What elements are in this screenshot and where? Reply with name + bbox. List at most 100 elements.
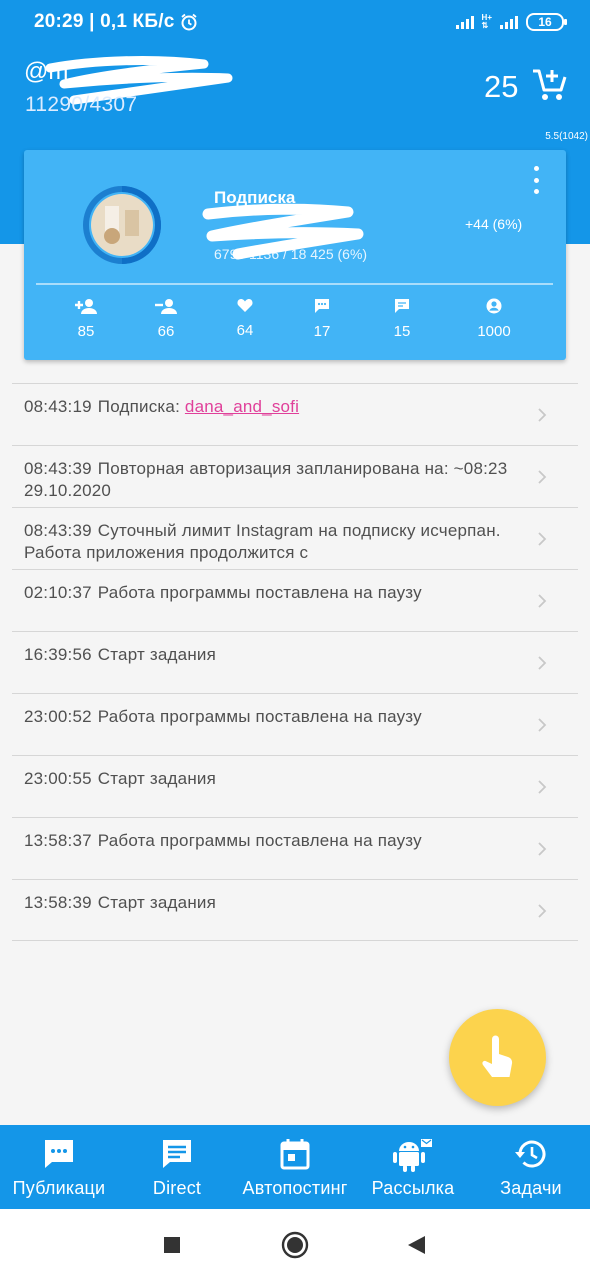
signal-icon-2 bbox=[500, 15, 518, 29]
log-time: 02:10:37 bbox=[24, 583, 92, 602]
log-time: 23:00:52 bbox=[24, 707, 92, 726]
chevron-right-icon bbox=[538, 532, 547, 546]
status-bar: 20:29 | 0,1 КБ/с H+ ⇅ 16 bbox=[0, 0, 590, 44]
nav-label: Автопостинг bbox=[242, 1178, 348, 1198]
nav-autoposting[interactable]: Автопостинг bbox=[236, 1125, 354, 1209]
log-time: 08:43:19 bbox=[24, 397, 92, 416]
log-message: Работа программы поставлена на паузу bbox=[97, 583, 422, 602]
nav-label: Direct bbox=[152, 1178, 202, 1198]
log-entry: 13:58:37 Работа программы поставлена на п… bbox=[24, 830, 524, 852]
back-icon[interactable] bbox=[406, 1235, 426, 1255]
task-delta: +44 (6%) bbox=[465, 216, 523, 232]
nav-label: Публикаци bbox=[12, 1178, 106, 1198]
status-time-text: 20:29 | 0,1 КБ/с bbox=[34, 11, 175, 32]
task-stats-card[interactable]: Подписка 679 / 1136 / 18 425 (6%) +44 (6… bbox=[24, 150, 566, 360]
log-entry: 23:00:55 Старт задания bbox=[24, 768, 524, 790]
log-row[interactable]: 16:39:56 Старт задания bbox=[12, 631, 578, 693]
chevron-right-icon bbox=[538, 656, 547, 670]
chevron-right-icon bbox=[538, 470, 547, 484]
stat-value: 66 bbox=[157, 323, 175, 340]
nav-label: Рассылка bbox=[371, 1178, 455, 1198]
log-row[interactable]: 13:58:37 Работа программы поставлена на п… bbox=[12, 817, 578, 879]
log-entry: 02:10:37 Работа программы поставлена на п… bbox=[24, 582, 524, 604]
chevron-right-icon bbox=[538, 594, 547, 608]
log-message: Повторная авторизация запланирована на: … bbox=[24, 459, 508, 500]
chevron-right-icon bbox=[538, 904, 547, 918]
cart-count: 25 bbox=[484, 69, 519, 104]
chevron-right-icon bbox=[538, 718, 547, 732]
log-entry: 08:43:39 Повторная авторизация запланиров… bbox=[24, 458, 524, 502]
android-icon bbox=[393, 1139, 432, 1172]
log-time: 16:39:56 bbox=[24, 645, 92, 664]
app-version: 5.5(1042) bbox=[545, 131, 588, 142]
log-row[interactable]: 23:00:52 Работа программы поставлена на п… bbox=[12, 693, 578, 755]
nav-publications[interactable]: Публикаци bbox=[0, 1125, 118, 1209]
chevron-right-icon bbox=[538, 842, 547, 856]
heart-icon bbox=[237, 299, 253, 312]
stat-comments: 17 bbox=[292, 298, 352, 340]
direct-message-icon bbox=[395, 299, 409, 313]
log-message: Старт задания bbox=[97, 769, 217, 788]
log-message: Работа программы поставлена на паузу bbox=[97, 831, 422, 850]
chevron-right-icon bbox=[538, 780, 547, 794]
status-icons: H+ ⇅ 16 bbox=[455, 13, 567, 31]
log-row[interactable]: 23:00:55 Старт задания bbox=[12, 755, 578, 817]
touch-hand-icon bbox=[481, 1035, 512, 1077]
recents-icon[interactable] bbox=[163, 1236, 181, 1254]
nav-label: Задачи bbox=[500, 1178, 562, 1198]
log-entry: 13:58:39 Старт задания bbox=[24, 892, 524, 914]
person-remove-icon bbox=[155, 299, 177, 314]
comment-icon bbox=[315, 299, 329, 313]
log-time: 08:43:39 bbox=[24, 521, 92, 540]
stat-value: 64 bbox=[236, 322, 254, 339]
log-row[interactable]: 08:43:39 Суточный лимит Instagram на подп… bbox=[12, 507, 578, 569]
home-icon[interactable] bbox=[281, 1231, 309, 1259]
battery-level: 16 bbox=[538, 15, 552, 29]
status-time: 20:29 | 0,1 КБ/с bbox=[34, 11, 198, 33]
activity-log: 08:43:19 Подписка: dana_and_sofi 08:43:39… bbox=[12, 383, 578, 941]
stat-direct: 15 bbox=[372, 298, 432, 340]
log-row[interactable]: 08:43:19 Подписка: dana_and_sofi bbox=[12, 383, 578, 445]
start-task-button[interactable] bbox=[449, 1009, 546, 1106]
nav-mailing[interactable]: Рассылка bbox=[354, 1125, 472, 1209]
stat-follows: 85 bbox=[56, 298, 116, 340]
log-entry: 08:43:19 Подписка: dana_and_sofi bbox=[24, 396, 524, 418]
follow-counts: 11290/4307 bbox=[25, 93, 138, 116]
more-menu-icon[interactable] bbox=[528, 166, 544, 194]
redaction-scribble-card bbox=[202, 203, 364, 260]
log-row[interactable]: 08:43:39 Повторная авторизация запланиров… bbox=[12, 445, 578, 507]
stat-value: 15 bbox=[393, 323, 411, 340]
stat-unfollows: 66 bbox=[136, 298, 196, 340]
battery-icon: 16 bbox=[526, 13, 567, 31]
add-to-cart-icon[interactable] bbox=[532, 68, 568, 102]
log-entry: 16:39:56 Старт задания bbox=[24, 644, 524, 666]
message-icon bbox=[163, 1140, 191, 1168]
nav-tasks[interactable]: Задачи bbox=[472, 1125, 590, 1209]
log-entry: 23:00:52 Работа программы поставлена на п… bbox=[24, 706, 524, 728]
log-message: Суточный лимит Instagram на подписку исч… bbox=[24, 521, 501, 562]
log-message: Старт задания bbox=[97, 645, 217, 664]
log-message: Старт задания bbox=[97, 893, 217, 912]
stat-value: 1000 bbox=[477, 323, 511, 340]
bottom-navigation: Публикаци Direct Автопостинг Рассылка За… bbox=[0, 1125, 590, 1209]
avatar bbox=[83, 186, 161, 264]
log-time: 23:00:55 bbox=[24, 769, 92, 788]
log-time: 08:43:39 bbox=[24, 459, 92, 478]
stat-accounts: 1000 bbox=[464, 298, 524, 340]
app-bar: @m 11290/4307 25 bbox=[0, 44, 590, 130]
card-divider bbox=[36, 283, 553, 285]
log-entry: 08:43:39 Суточный лимит Instagram на подп… bbox=[24, 520, 524, 564]
signal-icon bbox=[455, 15, 474, 29]
history-icon bbox=[515, 1140, 546, 1168]
person-add-icon bbox=[75, 299, 97, 314]
alarm-icon bbox=[181, 13, 198, 31]
system-navigation-bar bbox=[0, 1209, 590, 1280]
log-user-link[interactable]: dana_and_sofi bbox=[185, 397, 299, 416]
log-row[interactable]: 02:10:37 Работа программы поставлена на п… bbox=[12, 569, 578, 631]
nav-direct[interactable]: Direct bbox=[118, 1125, 236, 1209]
log-row[interactable]: 13:58:39 Старт задания bbox=[12, 879, 578, 941]
network-type: H+ ⇅ bbox=[481, 13, 492, 30]
log-time: 13:58:39 bbox=[24, 893, 92, 912]
log-message: Подписка: bbox=[97, 397, 185, 416]
stat-value: 17 bbox=[313, 323, 331, 340]
